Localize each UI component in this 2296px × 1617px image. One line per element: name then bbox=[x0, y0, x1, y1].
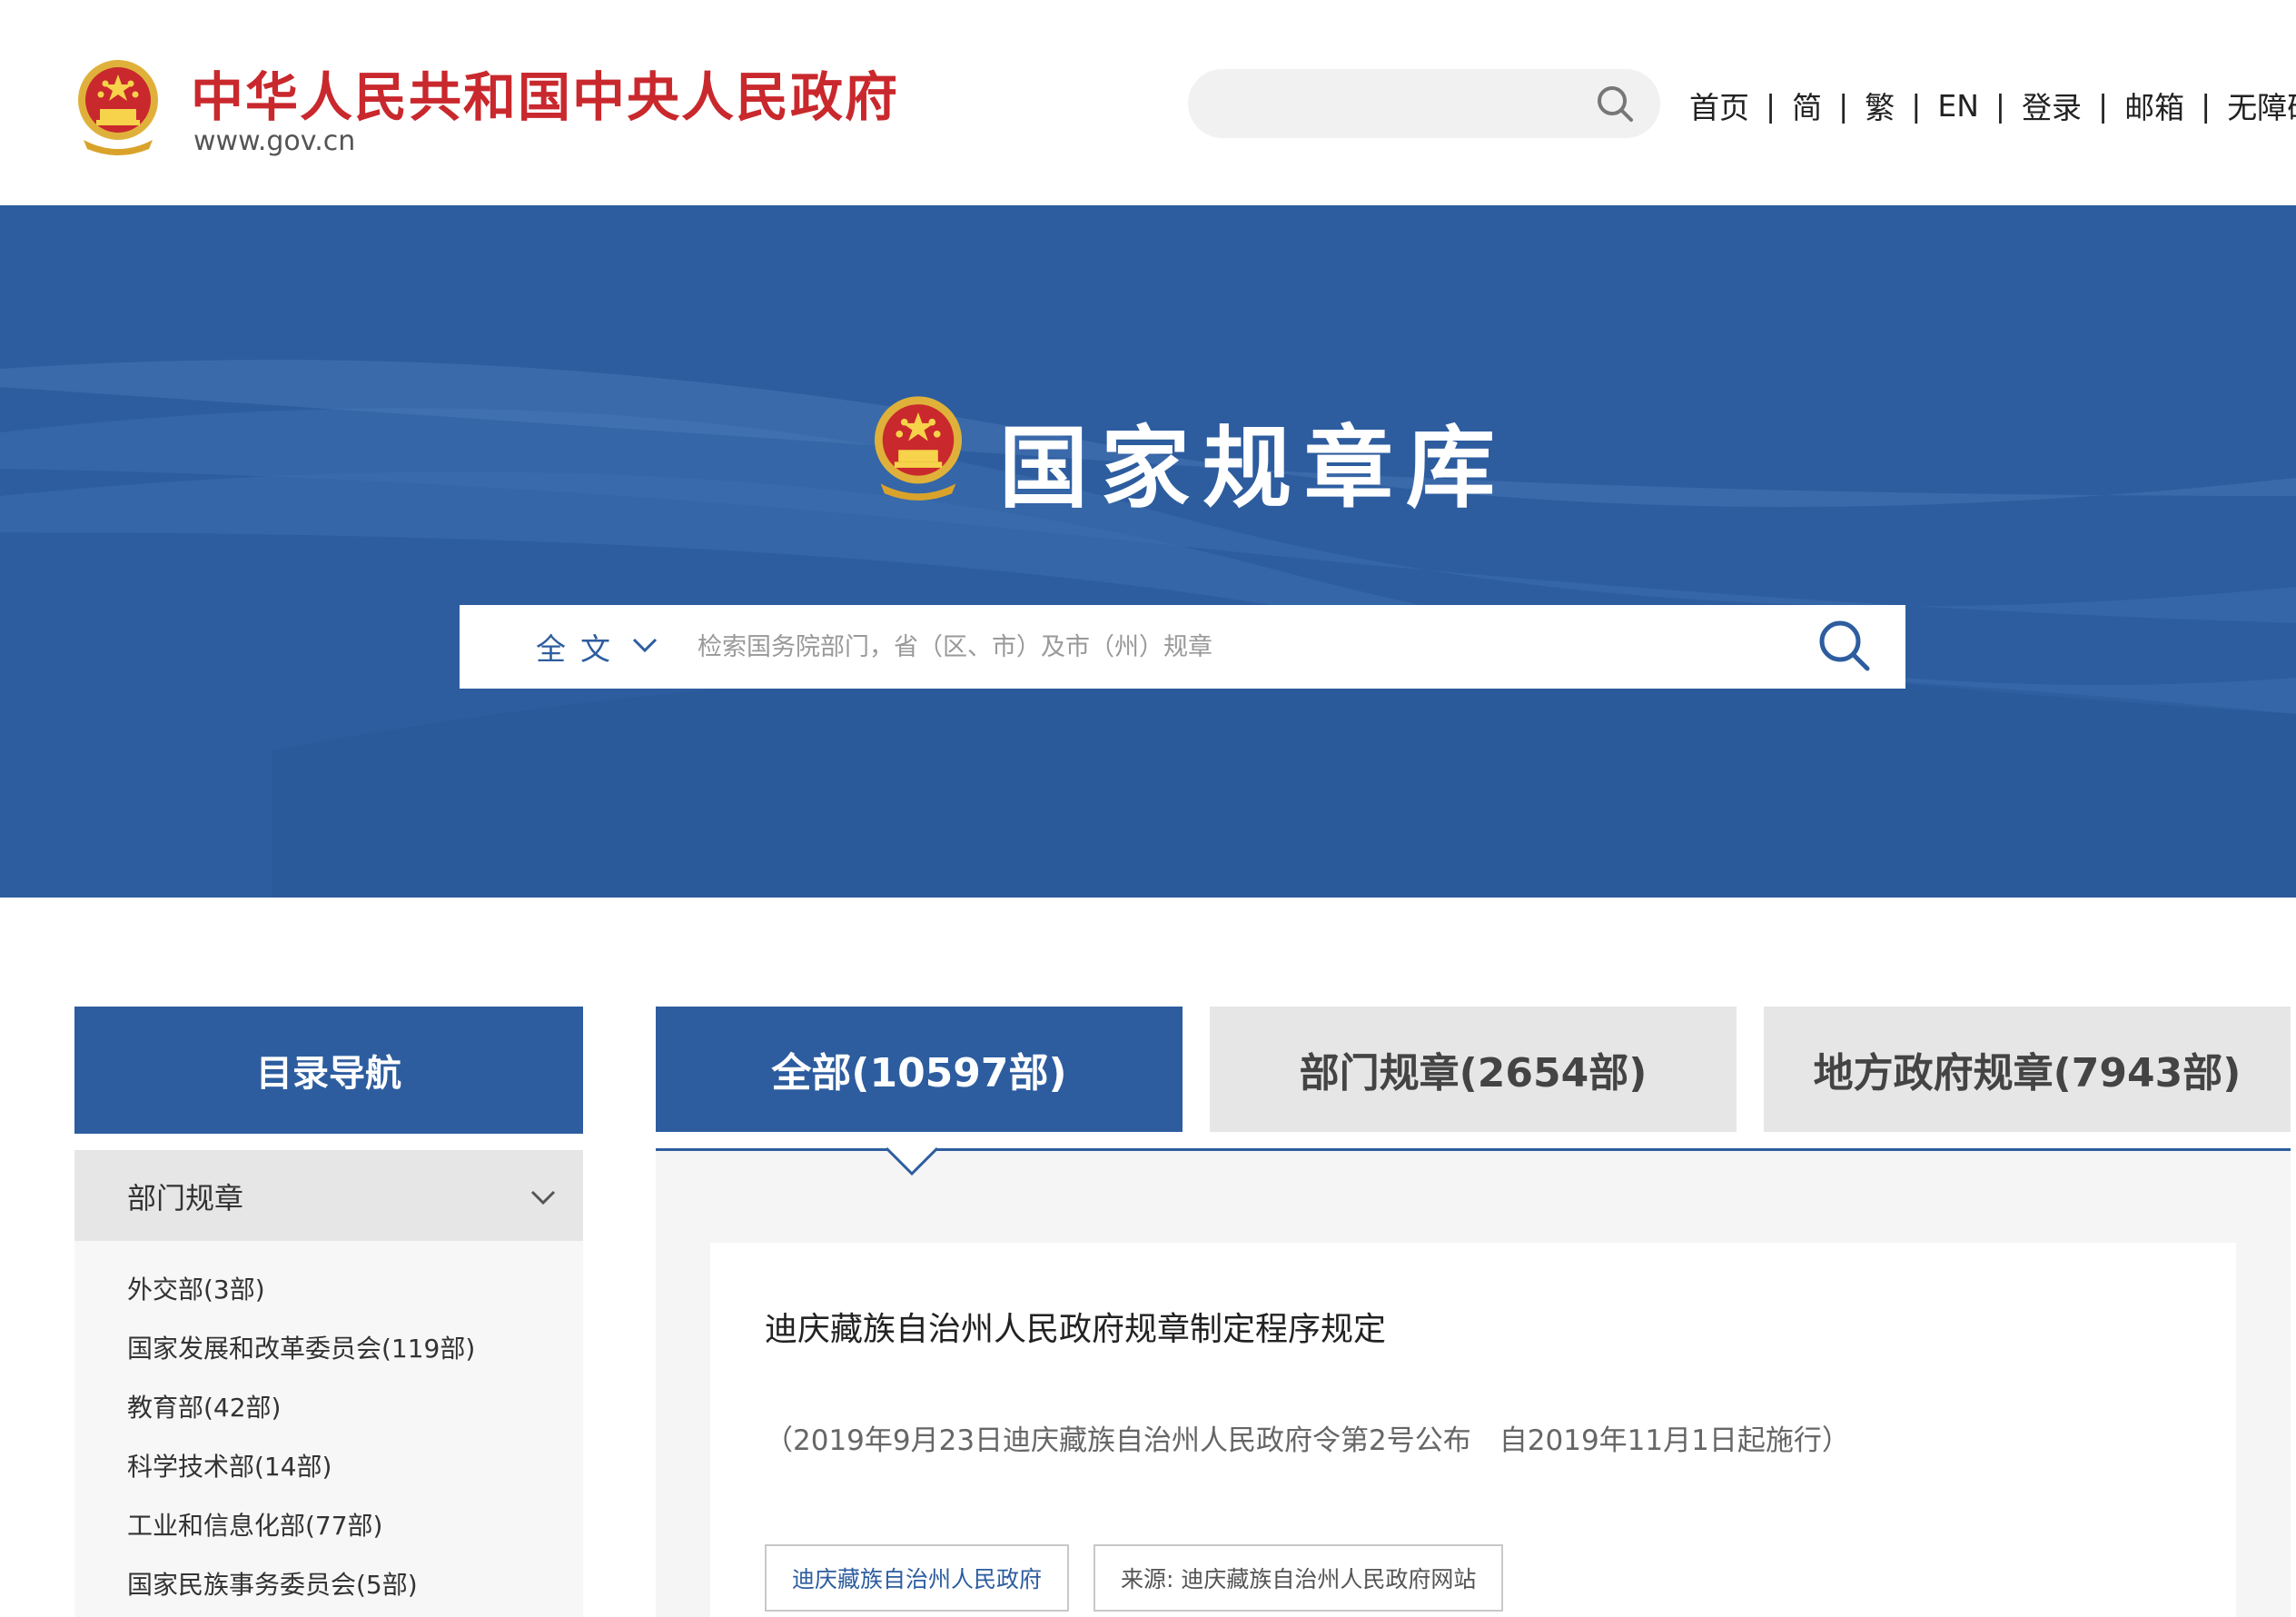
top-nav: 首页 | 简 | 繁 | EN | 登录 | 邮箱 | 无障碍 bbox=[1689, 84, 2296, 127]
nav-login[interactable]: 登录 bbox=[2022, 84, 2082, 127]
nav-simplified[interactable]: 简 bbox=[1792, 84, 1822, 127]
nav-separator: | bbox=[2201, 87, 2212, 124]
sidebar-item[interactable]: 工业和信息化部(77部) bbox=[127, 1506, 382, 1543]
banner-title: 国家规章库 bbox=[999, 416, 1509, 521]
active-tab-caret-icon bbox=[886, 1146, 937, 1176]
search-scope-select[interactable]: 全文 bbox=[536, 625, 625, 669]
nav-mail[interactable]: 邮箱 bbox=[2124, 84, 2184, 127]
chevron-down-icon bbox=[530, 1190, 556, 1205]
national-emblem-icon bbox=[868, 392, 968, 501]
nav-separator: | bbox=[1994, 87, 2006, 124]
banner-wave-decoration bbox=[0, 360, 2296, 898]
result-issuer-tag[interactable]: 迪庆藏族自治州人民政府 bbox=[765, 1544, 1070, 1612]
sidebar-item[interactable]: 外交部(3部) bbox=[127, 1270, 265, 1306]
nav-traditional[interactable]: 繁 bbox=[1865, 84, 1895, 127]
result-source-tag: 来源: 迪庆藏族自治州人民政府网站 bbox=[1094, 1544, 1504, 1612]
top-header: 中华人民共和国中央人民政府 www.gov.cn 首页 | 简 | 繁 | EN… bbox=[0, 0, 2296, 205]
banner: 国家规章库 全文 bbox=[0, 205, 2296, 898]
tab-local-government-rules[interactable]: 地方政府规章(7943部) bbox=[1764, 1007, 2291, 1132]
nav-home[interactable]: 首页 bbox=[1689, 84, 1749, 127]
sidebar-item[interactable]: 国家发展和改革委员会(119部) bbox=[127, 1329, 475, 1365]
tab-department-rules[interactable]: 部门规章(2654部) bbox=[1210, 1007, 1737, 1132]
top-search-box[interactable] bbox=[1188, 69, 1660, 138]
sidebar-item[interactable]: 科学技术部(14部) bbox=[127, 1447, 332, 1483]
regulation-search-bar: 全文 bbox=[460, 605, 1905, 689]
sidebar-list: 外交部(3部) 国家发展和改革委员会(119部) 教育部(42部) 科学技术部(… bbox=[74, 1241, 583, 1617]
search-icon[interactable] bbox=[1595, 84, 1635, 124]
result-subtitle: （2019年9月23日迪庆藏族自治州人民政府令第2号公布 自2019年11月1日… bbox=[765, 1424, 1850, 1457]
result-title[interactable]: 迪庆藏族自治州人民政府规章制定程序规定 bbox=[765, 1303, 1386, 1350]
nav-separator: | bbox=[1838, 87, 1849, 124]
result-card: 迪庆藏族自治州人民政府规章制定程序规定 （2019年9月23日迪庆藏族自治州人民… bbox=[710, 1243, 2236, 1617]
chevron-down-icon[interactable] bbox=[630, 630, 659, 660]
search-icon[interactable] bbox=[1815, 616, 1875, 676]
tab-all[interactable]: 全部(10597部) bbox=[656, 1007, 1183, 1132]
regulation-search-input[interactable] bbox=[696, 620, 1695, 674]
nav-separator: | bbox=[2098, 87, 2109, 124]
sidebar-group-label: 部门规章 bbox=[127, 1181, 244, 1215]
sidebar-group-toggle[interactable]: 部门规章 bbox=[74, 1150, 583, 1241]
site-title[interactable]: 中华人民共和国中央人民政府 bbox=[191, 55, 899, 131]
nav-separator: | bbox=[1766, 87, 1776, 124]
site-url: www.gov.cn bbox=[193, 125, 356, 157]
national-emblem-icon[interactable] bbox=[73, 56, 163, 156]
nav-separator: | bbox=[1911, 87, 1922, 124]
sidebar-item[interactable]: 教育部(42部) bbox=[127, 1388, 281, 1424]
sidebar-item[interactable]: 国家民族事务委员会(5部) bbox=[127, 1565, 418, 1602]
nav-english[interactable]: EN bbox=[1937, 88, 1979, 124]
nav-accessibility[interactable]: 无障碍 bbox=[2227, 84, 2296, 127]
sidebar-heading: 目录导航 bbox=[74, 1007, 583, 1134]
